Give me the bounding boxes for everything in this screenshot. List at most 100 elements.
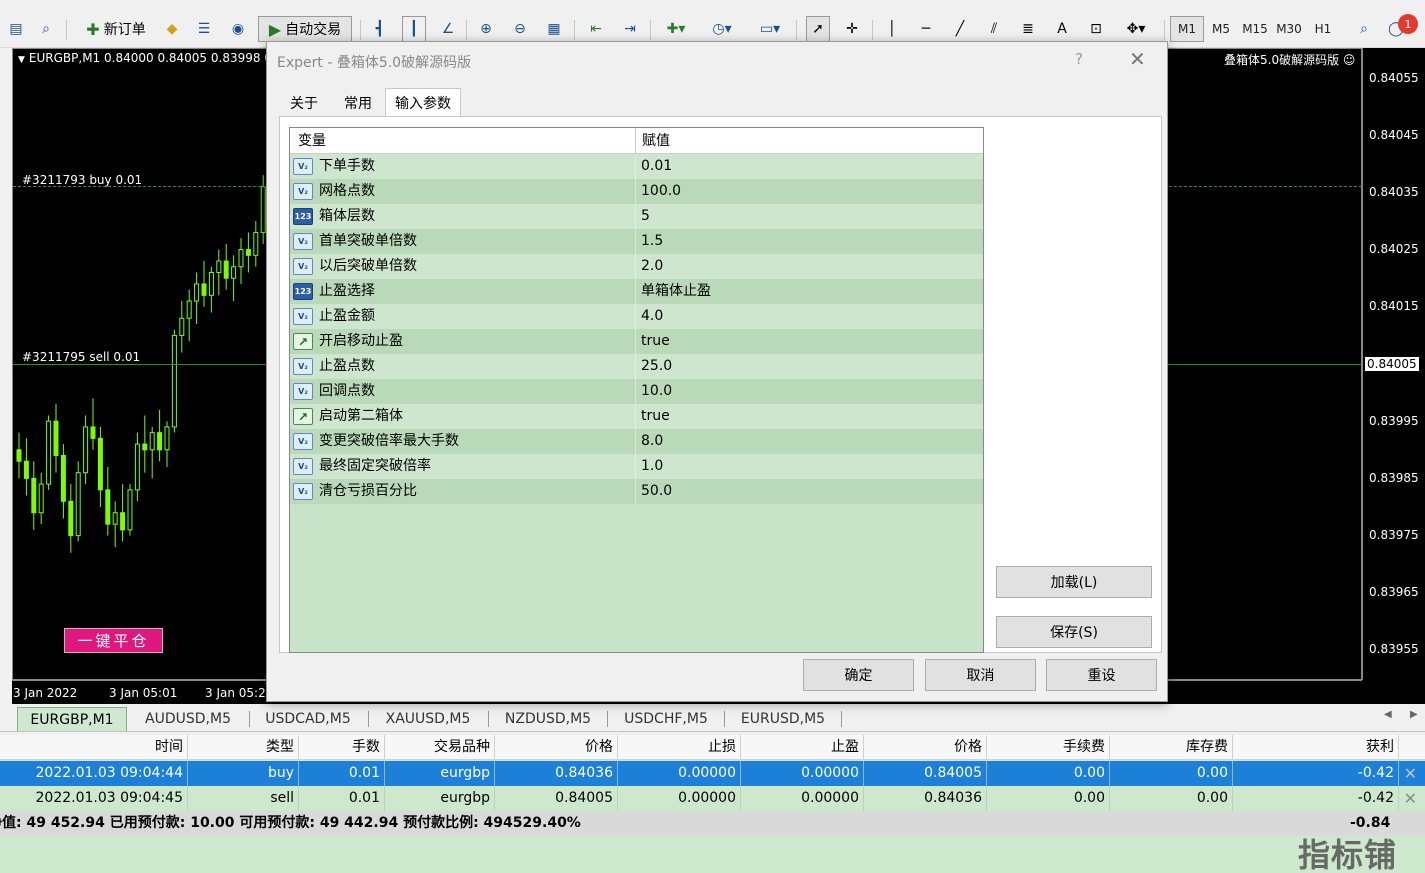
parameter-row[interactable]: V₂ 变更突破倍率最大手数 8.0 xyxy=(290,429,983,454)
zoom-out-icon[interactable]: ⊖ xyxy=(508,16,532,42)
parameter-value[interactable]: 4.0 xyxy=(641,304,663,329)
new-order-button[interactable]: ✚ 新订单 xyxy=(76,16,156,42)
tab-xauusd-m5[interactable]: XAUUSD,M5 xyxy=(372,707,484,731)
col-swap[interactable]: 库存费 xyxy=(1110,735,1233,760)
close-position-icon[interactable]: ✕ xyxy=(1404,761,1417,786)
parameter-value[interactable]: 0.01 xyxy=(641,154,672,179)
parameter-row[interactable]: 123 止盈选择 单箱体止盈 xyxy=(290,279,983,304)
timeframe-m1[interactable]: M1 xyxy=(1170,16,1204,42)
text-icon[interactable]: A xyxy=(1050,16,1074,42)
parameter-value[interactable]: true xyxy=(641,404,670,429)
candlestick-icon[interactable]: ┃ xyxy=(402,16,426,42)
horizontal-line-icon[interactable]: ─ xyxy=(914,16,938,42)
tab-inputs[interactable]: 输入参数 xyxy=(385,88,461,117)
market-watch-icon[interactable]: ▤ xyxy=(4,16,28,42)
parameter-row[interactable]: V₂ 下单手数 0.01 xyxy=(290,154,983,179)
timeframe-m15[interactable]: M15 xyxy=(1238,16,1272,42)
autoscroll-icon[interactable]: ⇤ xyxy=(584,16,608,42)
periods-icon[interactable]: ◷▾ xyxy=(704,16,740,42)
signals-icon[interactable]: ◉ xyxy=(226,16,250,42)
terminal-icon[interactable]: ☰ xyxy=(192,16,216,42)
tab-usdcad-m5[interactable]: USDCAD,M5 xyxy=(252,707,364,731)
col-volume[interactable]: 手数 xyxy=(299,735,385,760)
parameter-value[interactable]: 5 xyxy=(641,204,650,229)
bar-chart-icon[interactable]: ┫ xyxy=(368,16,392,42)
parameter-row[interactable]: V₂ 最终固定突破倍率 1.0 xyxy=(290,454,983,479)
parameter-value[interactable]: 8.0 xyxy=(641,429,663,454)
auto-trading-button[interactable]: ▶ 自动交易 xyxy=(258,16,352,42)
parameter-value[interactable]: 50.0 xyxy=(641,479,672,504)
equidistant-channel-icon[interactable]: ⫽ xyxy=(982,16,1006,42)
close-icon[interactable]: ✕ xyxy=(1129,47,1146,71)
load-button[interactable]: 加载(L) xyxy=(996,566,1152,598)
chart-shift-icon[interactable]: ⇥ xyxy=(618,16,642,42)
tab-eurusd-m5[interactable]: EURUSD,M5 xyxy=(728,707,838,731)
shapes-icon[interactable]: ✥▾ xyxy=(1118,16,1154,42)
tab-scroll-left-icon[interactable]: ◀ xyxy=(1384,709,1392,720)
tab-usdchf-m5[interactable]: USDCHF,M5 xyxy=(611,707,721,731)
tile-windows-icon[interactable]: ▦ xyxy=(542,16,566,42)
col-variable[interactable]: 变量 xyxy=(298,128,326,154)
tab-nzdusd-m5[interactable]: NZDUSD,M5 xyxy=(492,707,604,731)
col-current-price[interactable]: 价格 xyxy=(864,735,987,760)
table-row[interactable]: 2022.01.03 09:04:44 buy 0.01 eurgbp 0.84… xyxy=(0,761,1425,786)
col-value[interactable]: 赋值 xyxy=(642,128,670,154)
parameter-value[interactable]: 单箱体止盈 xyxy=(641,279,711,304)
col-profit[interactable]: 获利 xyxy=(1233,735,1399,760)
parameter-row[interactable]: V₂ 首单突破单倍数 1.5 xyxy=(290,229,983,254)
parameter-row[interactable]: V₂ 止盈点数 25.0 xyxy=(290,354,983,379)
cancel-button[interactable]: 取消 xyxy=(925,659,1036,691)
trendline-icon[interactable]: ╱ xyxy=(948,16,972,42)
fibonacci-icon[interactable]: ≣ xyxy=(1016,16,1040,42)
line-chart-icon[interactable]: ∠ xyxy=(436,16,460,42)
tab-about[interactable]: 关于 xyxy=(279,90,329,116)
parameter-value[interactable]: 10.0 xyxy=(641,379,672,404)
tab-audusd-m5[interactable]: AUDUSD,M5 xyxy=(132,707,244,731)
indicators-icon[interactable]: ✚▾ xyxy=(658,16,694,42)
tab-scroll-right-icon[interactable]: ▶ xyxy=(1410,709,1418,720)
dropdown-triangle-icon[interactable]: ▼ xyxy=(18,55,25,65)
timeframe-m5[interactable]: M5 xyxy=(1204,16,1238,42)
close-all-button[interactable]: 一键平仓 xyxy=(64,628,163,653)
close-position-icon[interactable]: ✕ xyxy=(1404,786,1417,811)
parameter-row[interactable]: 123 箱体层数 5 xyxy=(290,204,983,229)
templates-icon[interactable]: ▭▾ xyxy=(752,16,788,42)
tab-common[interactable]: 常用 xyxy=(331,90,385,116)
parameter-row[interactable]: V₂ 以后突破单倍数 2.0 xyxy=(290,254,983,279)
vertical-line-icon[interactable]: │ xyxy=(880,16,904,42)
text-label-icon[interactable]: ⊡ xyxy=(1084,16,1108,42)
help-icon[interactable]: ? xyxy=(1075,50,1083,68)
zoom-in-icon[interactable]: ⊕ xyxy=(474,16,498,42)
timeframe-m30[interactable]: M30 xyxy=(1272,16,1306,42)
chart-zoom-icon[interactable]: ⌕ xyxy=(34,16,58,42)
col-take-profit[interactable]: 止盈 xyxy=(741,735,864,760)
timeframe-h1[interactable]: H1 xyxy=(1306,16,1340,42)
col-stop-loss[interactable]: 止损 xyxy=(618,735,741,760)
parameter-value[interactable]: 1.0 xyxy=(641,454,663,479)
parameter-row[interactable]: V₂ 网格点数 100.0 xyxy=(290,179,983,204)
parameter-row[interactable]: V₂ 回调点数 10.0 xyxy=(290,379,983,404)
table-row[interactable]: 2022.01.03 09:04:45 sell 0.01 eurgbp 0.8… xyxy=(0,786,1425,811)
reset-button[interactable]: 重设 xyxy=(1046,659,1157,691)
col-symbol[interactable]: 交易品种 xyxy=(385,735,495,760)
parameter-value[interactable]: 25.0 xyxy=(641,354,672,379)
parameter-value[interactable]: 2.0 xyxy=(641,254,663,279)
parameter-row[interactable]: V₂ 止盈金额 4.0 xyxy=(290,304,983,329)
cursor-icon[interactable]: ➚ xyxy=(806,16,830,42)
metaeditor-icon[interactable]: ◆ xyxy=(160,16,184,42)
save-button[interactable]: 保存(S) xyxy=(996,616,1152,648)
col-open-price[interactable]: 价格 xyxy=(495,735,618,760)
col-commission[interactable]: 手续费 xyxy=(987,735,1110,760)
ok-button[interactable]: 确定 xyxy=(803,659,914,691)
parameter-row[interactable]: ↗ 开启移动止盈 true xyxy=(290,329,983,354)
parameter-row[interactable]: ↗ 启动第二箱体 true xyxy=(290,404,983,429)
crosshair-icon[interactable]: ✛ xyxy=(840,16,864,42)
tab-eurgbp-m1[interactable]: EURGBP,M1 xyxy=(17,707,127,731)
parameter-value[interactable]: true xyxy=(641,329,670,354)
parameter-value[interactable]: 1.5 xyxy=(641,229,663,254)
parameter-value[interactable]: 100.0 xyxy=(641,179,681,204)
col-time[interactable]: 时间 xyxy=(0,735,188,760)
search-icon[interactable]: ⌕ xyxy=(1352,16,1376,42)
parameter-row[interactable]: V₂ 清仓亏损百分比 50.0 xyxy=(290,479,983,504)
col-type[interactable]: 类型 xyxy=(188,735,299,760)
